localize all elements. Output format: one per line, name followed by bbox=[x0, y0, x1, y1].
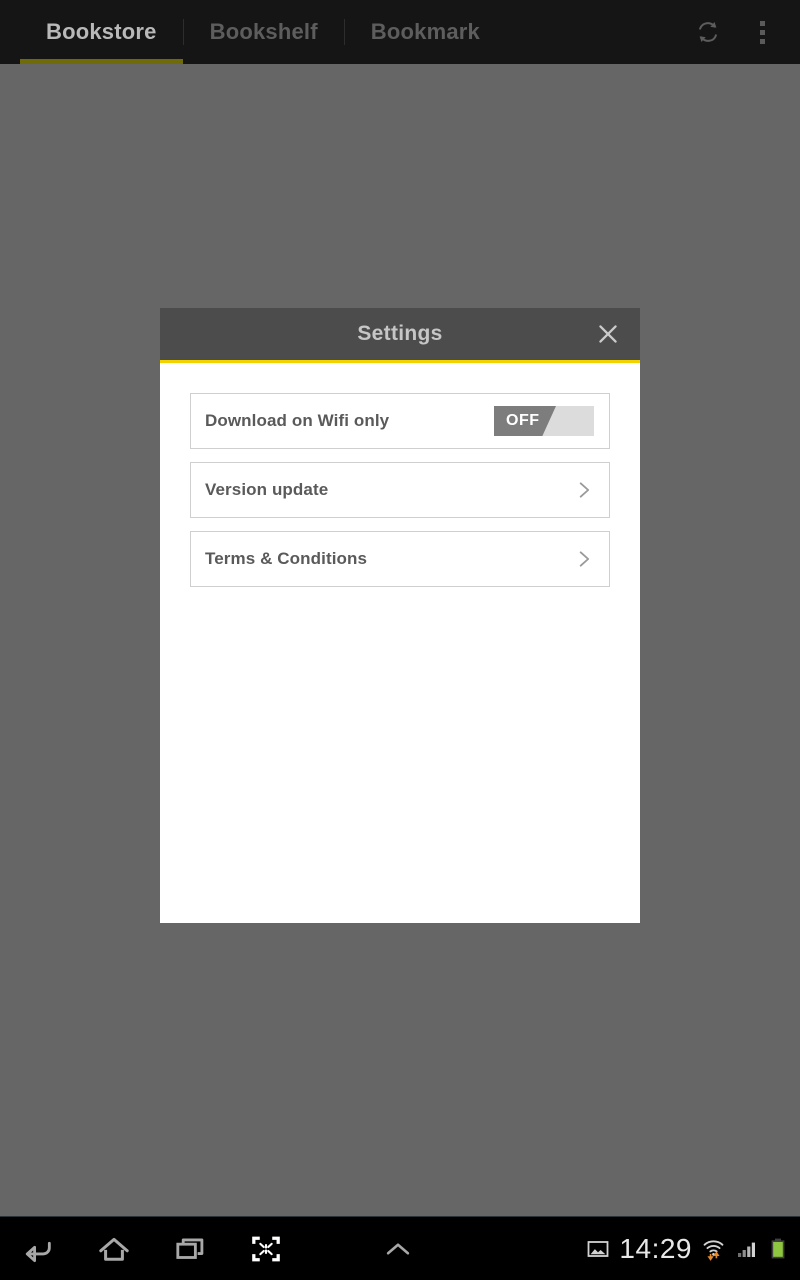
tab-bookshelf-label: Bookshelf bbox=[209, 19, 318, 44]
top-bar-actions bbox=[686, 0, 800, 64]
top-app-bar: Bookstore Bookshelf Bookmark bbox=[0, 0, 800, 64]
cellular-signal-icon[interactable] bbox=[735, 1237, 759, 1261]
setting-row-download-wifi[interactable]: Download on Wifi only OFF bbox=[190, 393, 610, 449]
setting-label-version-update: Version update bbox=[205, 480, 329, 499]
recents-icon[interactable] bbox=[152, 1217, 228, 1280]
setting-label-download-wifi: Download on Wifi only bbox=[205, 411, 390, 430]
tab-bookstore-label: Bookstore bbox=[46, 19, 157, 44]
screenshot-icon[interactable] bbox=[228, 1217, 304, 1280]
chevron-right-icon bbox=[579, 482, 590, 498]
settings-dialog: Settings Download on Wifi only OFF Versi… bbox=[160, 308, 640, 923]
chevron-right-icon bbox=[579, 551, 590, 567]
setting-row-terms-conditions[interactable]: Terms & Conditions bbox=[190, 531, 610, 587]
refresh-icon[interactable] bbox=[686, 10, 730, 54]
image-icon[interactable] bbox=[586, 1237, 610, 1261]
setting-row-version-update[interactable]: Version update bbox=[190, 462, 610, 518]
setting-label-terms-conditions: Terms & Conditions bbox=[205, 549, 368, 568]
close-icon[interactable] bbox=[586, 312, 630, 356]
tab-bookshelf[interactable]: Bookshelf bbox=[184, 0, 344, 64]
tab-bar: Bookstore Bookshelf Bookmark bbox=[0, 0, 506, 64]
setting-control bbox=[574, 549, 594, 569]
dialog-header: Settings bbox=[160, 308, 640, 363]
battery-full-icon[interactable] bbox=[768, 1237, 788, 1261]
overflow-dots bbox=[759, 20, 765, 44]
back-icon[interactable] bbox=[0, 1217, 76, 1280]
wifi-icon[interactable] bbox=[701, 1236, 726, 1261]
toggle-state-label: OFF bbox=[506, 412, 540, 429]
overflow-menu-icon[interactable] bbox=[740, 10, 784, 54]
nav-buttons bbox=[0, 1217, 436, 1280]
status-clock: 14:29 bbox=[619, 1232, 692, 1264]
setting-control: OFF bbox=[494, 406, 594, 436]
home-icon[interactable] bbox=[76, 1217, 152, 1280]
tab-bookmark[interactable]: Bookmark bbox=[345, 0, 506, 64]
tab-bookmark-label: Bookmark bbox=[370, 19, 480, 44]
tab-bookstore[interactable]: Bookstore bbox=[20, 0, 183, 64]
screen-root: Bookstore Bookshelf Bookmark Settings Do… bbox=[0, 0, 800, 1280]
status-icons: 14:29 bbox=[586, 1217, 800, 1280]
toggle-knob: OFF bbox=[494, 406, 556, 436]
setting-control bbox=[574, 480, 594, 500]
page-title: Settings bbox=[357, 322, 443, 345]
system-navigation-bar: 14:29 bbox=[0, 1216, 800, 1280]
wifi-only-toggle[interactable]: OFF bbox=[494, 406, 594, 436]
expand-up-icon[interactable] bbox=[360, 1217, 436, 1280]
dialog-body: Download on Wifi only OFF Version update bbox=[160, 363, 640, 587]
